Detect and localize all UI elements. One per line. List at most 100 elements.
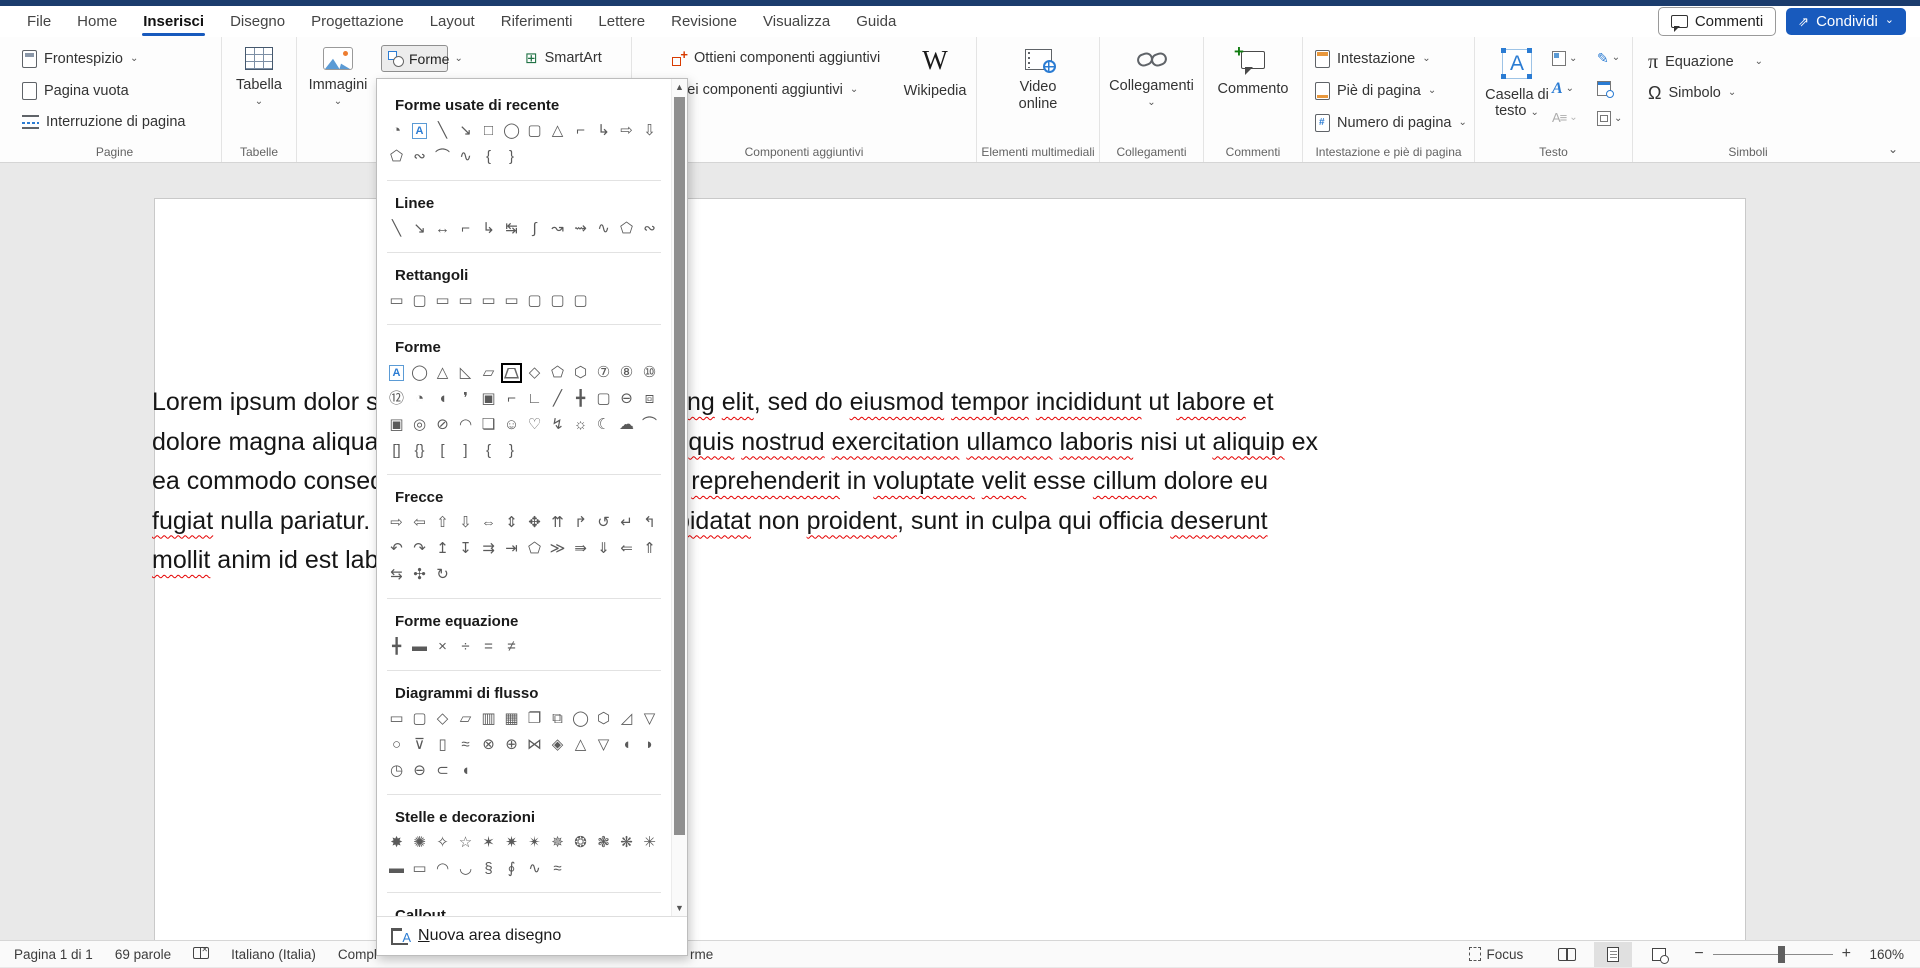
shape-star-12-point[interactable]: ❂ [569,831,592,855]
shape-alternate-process[interactable]: ▢ [408,707,431,731]
shape-curved-up-arrow[interactable]: ↥ [431,537,454,561]
shape-arc[interactable]: ⌒ [638,413,661,437]
shape-star-5-point[interactable]: ☆ [454,831,477,855]
comments-button[interactable]: Commenti [1658,7,1776,36]
shape-elbow-arrow-connector[interactable]: ↳ [592,119,615,143]
shape-card[interactable]: ▯ [431,733,454,757]
shape-striped-right-arrow[interactable]: ⇉ [477,537,500,561]
shape-direct-access-storage[interactable]: ⊂ [431,759,454,783]
tab-inserisci[interactable]: Inserisci [130,6,217,37]
shape-block-arc[interactable]: ◠ [454,413,477,437]
share-button[interactable]: ⇗ Condividi ⌄ [1786,8,1906,35]
table-button[interactable]: Tabella ⌄ [222,47,296,107]
shape-right-brace[interactable]: } [500,145,523,169]
shape-parallelogram[interactable]: ▱ [477,361,500,385]
shape-scribble[interactable]: ∾ [408,145,431,169]
shape-internal-storage[interactable]: ▦ [500,707,523,731]
pictures-button[interactable]: Immagini ⌄ [307,47,369,107]
shape-arrow-down[interactable]: ⇩ [454,511,477,535]
shape-preparation[interactable]: ⬡ [592,707,615,731]
shape-bent-up-arrow[interactable]: ↵ [615,511,638,535]
shape-line[interactable]: ╲ [385,217,408,241]
shape-data[interactable]: ▱ [454,707,477,731]
shape-scribble[interactable]: ∾ [638,217,661,241]
shape-decagon[interactable]: ⑩ [638,361,661,385]
shape-manual-input[interactable]: ◿ [615,707,638,731]
tab-guida[interactable]: Guida [843,6,909,37]
shape-arrow-right[interactable]: ⇨ [615,119,638,143]
shape-curve[interactable]: ∿ [592,217,615,241]
links-button[interactable]: Collegamenti ⌄ [1100,51,1203,108]
shape-curved-left-arrow[interactable]: ↶ [385,537,408,561]
web-layout-button[interactable] [1640,942,1678,967]
shape-elbow-connector[interactable]: ⌐ [569,119,592,143]
collapse-ribbon-button[interactable]: ⌄ [1888,142,1898,156]
shape-left-brace[interactable]: { [477,439,500,463]
shape-hexagon[interactable]: ⬡ [569,361,592,385]
shape-right-bracket[interactable]: ] [454,439,477,463]
shape-snip-diagonal-corner[interactable]: ▭ [477,289,500,313]
shape-star-32-point[interactable]: ✳ [638,831,661,855]
page-number-button[interactable]: Numero di pagina ⌄ [1315,114,1467,132]
zoom-level[interactable]: 160% [1851,947,1910,962]
shape-line[interactable]: ╲ [431,119,454,143]
focus-toggle[interactable]: Focus [1458,947,1535,962]
shape-multiply[interactable]: × [431,635,454,659]
shapes-menu-scrollbar[interactable]: ▲ ▼ [671,79,687,916]
shape-minus[interactable]: ▬ [408,635,431,659]
tab-riferimenti[interactable]: Riferimenti [488,6,586,37]
shape-curved-down-arrow[interactable]: ↧ [454,537,477,561]
shape-round-same-side-corner[interactable]: ▢ [546,289,569,313]
shape-star-24-point[interactable]: ❋ [615,831,638,855]
shape-manual-operation[interactable]: ▽ [638,707,661,731]
shape-isosceles-triangle[interactable]: △ [431,361,454,385]
online-video-button[interactable]: Video online [977,49,1099,113]
shape-bent-arrow[interactable]: ↱ [569,511,592,535]
shape-arrow-left[interactable]: ⇦ [408,511,431,535]
shape-arrow-up[interactable]: ⇧ [431,511,454,535]
shape-text-box[interactable]: A [412,123,427,139]
shape-equal[interactable]: = [477,635,500,659]
shape-no-symbol[interactable]: ⊘ [431,413,454,437]
shape-double-brace[interactable]: {} [408,439,431,463]
shape-star-8-point[interactable]: ✴ [523,831,546,855]
shape-collate[interactable]: ⋈ [523,733,546,757]
shape-diagonal-stripe[interactable]: ╱ [546,387,569,411]
shape-snip-and-round-corner[interactable]: ▭ [500,289,523,313]
shape-process[interactable]: ▭ [385,707,408,731]
shape-display[interactable]: ◖ [454,759,477,783]
shape-pie[interactable]: ◔ [385,119,408,143]
cover-page-button[interactable]: Frontespizio ⌄ [22,50,138,68]
print-layout-button[interactable] [1594,942,1632,967]
shape-ribbon-curved-up[interactable]: ▭ [408,857,431,881]
shape-double-wave[interactable]: ≈ [546,857,569,881]
shape-cross[interactable]: ╋ [569,387,592,411]
shape-stored-data[interactable]: ◖ [615,733,638,757]
proofing-status[interactable] [182,947,220,962]
page-break-button[interactable]: Interruzione di pagina [22,114,185,130]
shape-lightning[interactable]: ↯ [546,413,569,437]
shapes-button[interactable]: Forme ⌄ [381,45,448,72]
shape-double-bracket[interactable]: [] [385,439,408,463]
drop-cap-button[interactable]: A≡ ⌄ [1552,111,1578,124]
tab-disegno[interactable]: Disegno [217,6,298,37]
shape-pentagon-arrow[interactable]: ⬠ [523,537,546,561]
shape-quad-arrow[interactable]: ✥ [523,511,546,535]
shape-bevel[interactable]: ▣ [385,413,408,437]
shape-trapezoid[interactable] [503,365,520,381]
shape-summing-junction[interactable]: ⊗ [477,733,500,757]
object-button[interactable]: ⌄ [1597,111,1622,126]
shape-not-equal[interactable]: ≠ [500,635,523,659]
shape-diamond[interactable]: ◇ [523,361,546,385]
shape-up-arrow-callout[interactable]: ⇑ [638,537,661,561]
shape-can[interactable]: ⊖ [615,387,638,411]
shape-corner[interactable]: ∟ [523,387,546,411]
shape-smiley[interactable]: ☺ [500,413,523,437]
shape-down-arrow-callout[interactable]: ⇓ [592,537,615,561]
shape-explosion-2[interactable]: ✺ [408,831,431,855]
shape-rectangle[interactable]: ▭ [385,289,408,313]
shape-line-double-arrow[interactable]: ↔ [431,217,454,241]
shape-arrow-down[interactable]: ⇩ [638,119,661,143]
zoom-slider-thumb[interactable] [1778,946,1785,963]
shape-moon[interactable]: ☾ [592,413,615,437]
